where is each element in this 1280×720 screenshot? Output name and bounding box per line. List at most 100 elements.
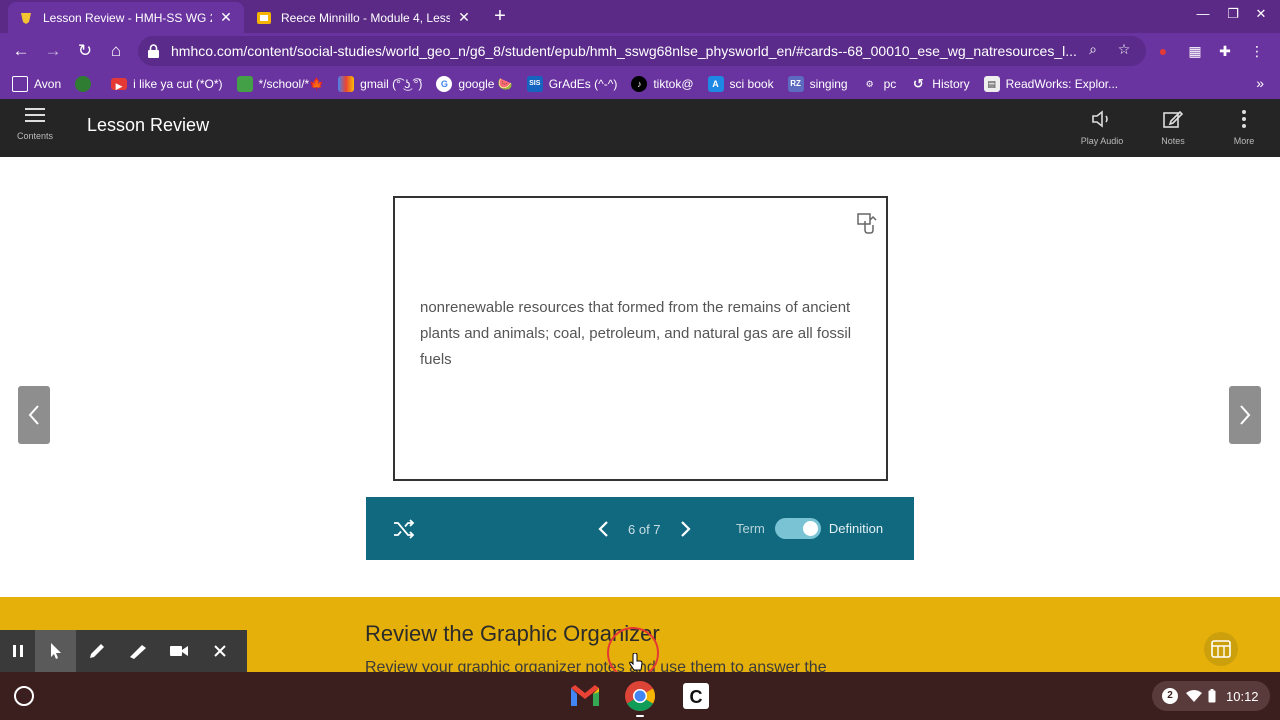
- gmail-app-icon[interactable]: [569, 680, 601, 712]
- minimize-window-icon[interactable]: —: [1188, 6, 1218, 21]
- extension-icon: [75, 76, 92, 92]
- card-definition-text: nonrenewable resources that formed from …: [420, 299, 852, 368]
- close-tab-icon[interactable]: ✕: [456, 9, 472, 26]
- launcher-icon[interactable]: [14, 686, 34, 706]
- close-recorder-button[interactable]: [199, 630, 240, 672]
- extension-red-icon[interactable]: ●: [1154, 42, 1172, 60]
- previous-card-button[interactable]: [18, 386, 50, 444]
- term-definition-toggle[interactable]: [774, 518, 821, 539]
- card-position-text: 6 of 7: [628, 521, 661, 537]
- bookmark-history[interactable]: ↺ History: [910, 76, 970, 92]
- rz-icon: RZ: [787, 76, 804, 92]
- running-app-indicator: [636, 715, 644, 717]
- pointer-tool-button[interactable]: [35, 630, 76, 672]
- svg-text:C: C: [690, 687, 703, 707]
- camera-toggle-button[interactable]: [158, 630, 199, 672]
- contents-button[interactable]: Contents: [10, 107, 60, 151]
- address-bar[interactable]: hmhco.com/content/social-studies/world_g…: [138, 36, 1146, 66]
- close-icon: [213, 645, 226, 657]
- system-tray[interactable]: 2 10:12: [1152, 681, 1270, 711]
- bookmark-avon[interactable]: Avon: [12, 76, 61, 92]
- close-window-icon[interactable]: ✕: [1246, 6, 1276, 22]
- bookmark-extension[interactable]: [75, 76, 97, 92]
- browser-toolbar: ← → ↻ ⌂ hmhco.com/content/social-studies…: [0, 33, 1280, 69]
- bookmark-singing[interactable]: RZ singing: [787, 76, 848, 92]
- notes-button[interactable]: Notes: [1143, 109, 1203, 146]
- highlighter-tool-button[interactable]: [117, 630, 158, 672]
- bookmark-star-icon[interactable]: ☆: [1115, 40, 1133, 58]
- wifi-icon: [1186, 690, 1202, 702]
- slides-favicon-icon: [256, 10, 272, 26]
- bookmark-youtube[interactable]: ▶ i like ya cut (*O*): [111, 77, 223, 91]
- chrome-app-icon[interactable]: [624, 680, 656, 712]
- os-shelf: C 2 10:12: [0, 672, 1280, 720]
- term-definition-toggle-group: Term Definition: [736, 518, 883, 539]
- bookmark-grades[interactable]: SIS GrAdEs (^-^): [526, 76, 617, 92]
- tiktok-icon: ♪: [631, 76, 648, 92]
- history-icon: ↺: [912, 76, 924, 91]
- pause-recording-button[interactable]: [0, 630, 35, 672]
- restore-window-icon[interactable]: ❐: [1218, 6, 1248, 22]
- organizer-grid-icon: [1211, 640, 1231, 658]
- flashcard-section: nonrenewable resources that formed from …: [0, 157, 1280, 597]
- tab-title: Reece Minnillo - Module 4, Lesso: [281, 10, 450, 25]
- tab-module-4[interactable]: Reece Minnillo - Module 4, Lesso ✕: [246, 2, 482, 33]
- bookmarks-overflow-icon[interactable]: »: [1256, 75, 1264, 91]
- cursor-arrow-icon: [50, 643, 61, 659]
- home-icon[interactable]: ⌂: [104, 39, 128, 63]
- close-tab-icon[interactable]: ✕: [218, 9, 234, 26]
- google-icon: G: [436, 76, 453, 92]
- flashcard-controls: 6 of 7 Term Definition: [366, 497, 914, 560]
- graphic-organizer-button[interactable]: [1204, 632, 1238, 666]
- extensions-puzzle-icon[interactable]: ✚: [1216, 42, 1234, 60]
- c-app-icon[interactable]: C: [680, 680, 712, 712]
- highlighter-icon: [129, 645, 146, 659]
- chevron-left-icon: [598, 521, 608, 537]
- flip-card-icon[interactable]: [856, 212, 878, 234]
- new-tab-button[interactable]: +: [488, 4, 512, 28]
- more-button[interactable]: More: [1214, 109, 1274, 146]
- forward-icon[interactable]: →: [41, 39, 65, 63]
- pen-icon: [89, 644, 104, 658]
- pen-tool-button[interactable]: [76, 630, 117, 672]
- lesson-header: Contents Lesson Review Play Audio Notes …: [0, 99, 1280, 157]
- bookmark-google[interactable]: G google 🍉: [436, 76, 513, 92]
- tab-title: Lesson Review - HMH-SS WG 20: [43, 10, 212, 25]
- shuffle-icon[interactable]: [392, 517, 416, 541]
- definition-label: Definition: [828, 521, 884, 536]
- bookmark-gmail[interactable]: gmail (͡° ͜ʖ ͡°): [338, 76, 422, 92]
- hand-cursor-icon: [629, 653, 643, 671]
- bookmark-readworks[interactable]: ▤ ReadWorks: Explor...: [983, 76, 1118, 92]
- more-vertical-icon: [1242, 110, 1246, 128]
- play-audio-button[interactable]: Play Audio: [1072, 109, 1132, 146]
- extension-grid-icon[interactable]: ▦: [1186, 42, 1204, 60]
- pc-icon: ⚙: [865, 79, 874, 89]
- page-title: Lesson Review: [87, 115, 210, 135]
- pager-next-button[interactable]: [675, 517, 695, 541]
- reload-icon[interactable]: ↻: [73, 39, 97, 63]
- classroom-icon: [236, 76, 253, 92]
- browser-menu-icon[interactable]: ⋮: [1248, 42, 1266, 60]
- speaker-icon: [1092, 110, 1108, 128]
- bookmarks-bar: Avon ▶ i like ya cut (*O*) */school/*🍁 g…: [0, 69, 1280, 99]
- bookmark-tiktok[interactable]: ♪ tiktok@: [631, 76, 694, 92]
- bookmark-pc[interactable]: ⚙ pc: [862, 76, 897, 92]
- chevron-right-icon: [1240, 405, 1251, 425]
- tab-lesson-review[interactable]: Lesson Review - HMH-SS WG 20 ✕: [8, 2, 244, 33]
- notification-count: 2: [1162, 688, 1178, 704]
- sis-icon: SIS: [526, 76, 543, 92]
- chevron-right-icon: [680, 521, 691, 537]
- lock-icon: [148, 44, 159, 58]
- toggle-knob: [802, 521, 818, 536]
- flashcard[interactable]: nonrenewable resources that formed from …: [393, 196, 888, 481]
- zoom-search-icon[interactable]: ⌕: [1084, 40, 1102, 58]
- chevron-left-icon: [28, 405, 39, 425]
- screen-recorder-toolbar: [0, 630, 247, 672]
- bookmark-sci-book[interactable]: A sci book: [707, 76, 774, 92]
- pager-prev-button[interactable]: [594, 517, 614, 541]
- next-card-button[interactable]: [1229, 386, 1261, 444]
- pause-icon: [12, 645, 23, 657]
- card-pager: 6 of 7: [594, 517, 695, 541]
- bookmark-school[interactable]: */school/*🍁: [236, 76, 324, 92]
- back-icon[interactable]: ←: [9, 39, 33, 63]
